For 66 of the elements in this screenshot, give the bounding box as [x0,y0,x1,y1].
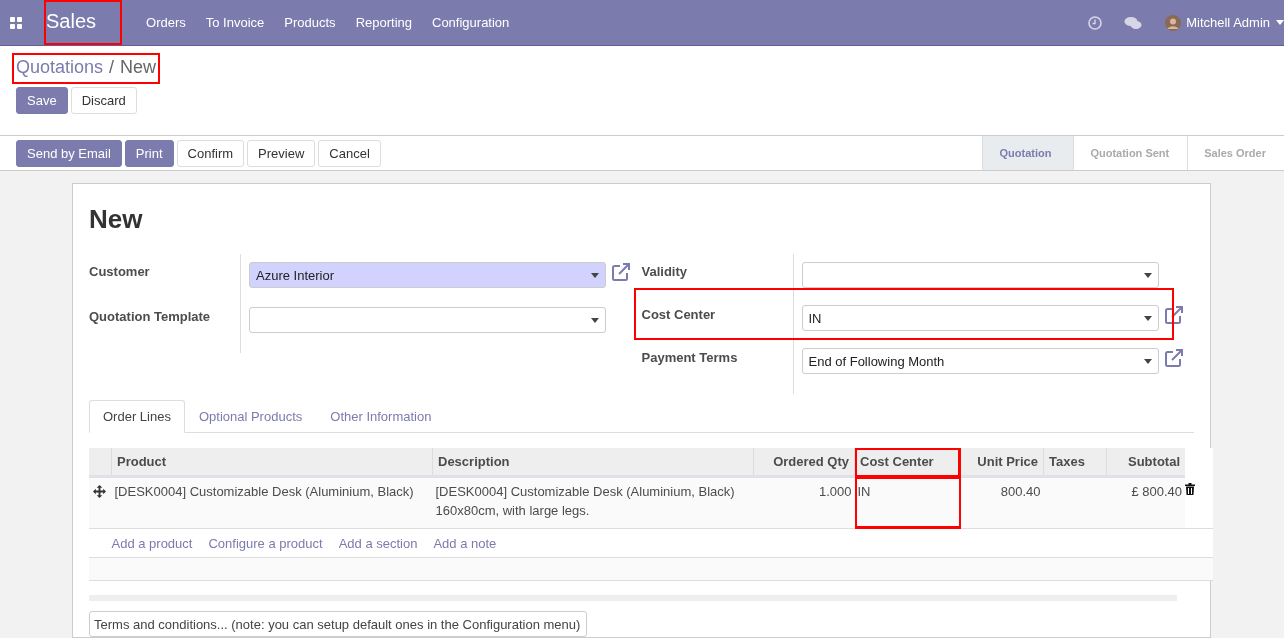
menu-item[interactable]: To Invoice [205,15,265,30]
action-button[interactable]: Print [124,139,174,167]
record-title: New [89,204,144,235]
add-line-link[interactable]: Add a section [338,536,418,551]
action-button[interactable]: Cancel [318,139,381,167]
field-label: Validity [641,263,689,279]
external-link-icon[interactable] [1163,348,1184,368]
action-button[interactable]: Send by Email [16,139,122,167]
table-cell: 1.000 [753,476,855,529]
tab[interactable]: Order Lines [89,400,185,433]
column-header[interactable]: Subtotal [1106,448,1185,477]
table-cell: 800.40 [960,476,1044,529]
menu-item[interactable]: Orders [146,15,186,30]
avatar-icon[interactable] [1165,14,1182,31]
apps-menu-icon[interactable] [10,16,22,29]
table-cell: [DESK0004] Customizable Desk (Aluminium, Black) 160x80cm, with large legs. [432,476,754,529]
add-line-link[interactable]: Add a note [433,536,497,551]
terms-field[interactable]: Terms and conditions... (note: you can setup default ones in the Configuration menu) [89,611,587,637]
status-step[interactable]: Quotation [982,136,1074,170]
field-label: Quotation Template [89,308,212,324]
tab[interactable]: Other Information [316,400,446,433]
breadcrumb-current: New [120,57,157,78]
chat-icon[interactable] [1124,15,1143,30]
clock-icon[interactable] [1088,15,1103,30]
select-field[interactable]: Azure Interior [249,262,606,288]
caret-icon[interactable] [591,272,599,278]
menu-item[interactable]: Reporting [355,15,412,30]
caret-icon[interactable] [591,317,599,323]
field-label: Cost Center [641,306,717,322]
user-menu[interactable]: Mitchell Admin [1186,15,1270,30]
column-header[interactable]: Product [111,448,433,477]
action-button[interactable]: Confirm [176,139,245,167]
table-cell: £ 800.40 [1106,476,1185,529]
status-step[interactable]: Sales Order [1187,136,1284,170]
tab[interactable]: Optional Products [184,400,317,433]
add-line-link[interactable]: Configure a product [208,536,323,551]
caret-icon[interactable] [1143,358,1152,364]
menu-item[interactable]: Configuration [432,15,510,30]
select-field[interactable]: End of Following Month [801,348,1159,374]
caret-icon[interactable] [1143,315,1152,321]
table-cell: [DESK0004] Customizable Desk (Aluminium, Black) [111,476,433,529]
table-cell: IN [854,476,961,529]
drag-handle-icon[interactable] [93,485,106,498]
app-name: Sales [44,0,123,45]
column-header[interactable]: Taxes [1043,448,1107,477]
status-step[interactable]: Quotation Sent [1073,136,1188,170]
column-header[interactable]: Cost Center [854,448,961,477]
discard-button[interactable]: Discard [70,87,137,114]
column-header[interactable]: Unit Price [960,448,1044,477]
trash-icon[interactable] [1185,482,1195,495]
field-label: Payment Terms [641,349,739,365]
breadcrumb-link[interactable]: Quotations [16,57,104,78]
column-header[interactable]: Description [432,448,754,477]
select-field[interactable] [801,262,1159,288]
menu-item[interactable]: Products [284,15,336,30]
breadcrumb-separator: / [109,57,115,78]
field-label: Customer [89,263,151,279]
select-field[interactable]: IN [801,305,1159,331]
add-line-link[interactable]: Add a product [111,536,193,551]
save-button[interactable]: Save [16,87,68,114]
action-button[interactable]: Preview [247,139,316,167]
caret-icon[interactable] [1143,272,1152,278]
external-link-icon[interactable] [611,262,631,282]
column-header[interactable]: Ordered Qty [753,448,855,477]
select-field[interactable] [249,307,606,333]
external-link-icon[interactable] [1163,305,1184,325]
